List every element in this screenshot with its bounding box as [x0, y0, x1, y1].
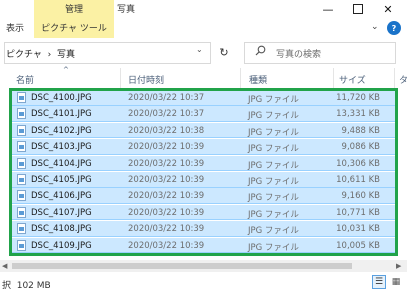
large-icons-view-icon[interactable]: ▦ — [389, 275, 403, 289]
file-size: 10,306 KB — [336, 158, 380, 169]
file-type: JPG ファイル — [248, 242, 299, 253]
file-date: 2020/03/22 10:39 — [128, 224, 205, 235]
file-size: 9,488 KB — [341, 125, 380, 136]
close-button[interactable]: ✕ — [373, 0, 403, 18]
jpg-file-icon — [17, 92, 26, 103]
file-date: 2020/03/22 10:39 — [128, 240, 205, 251]
file-row[interactable]: DSC_4101.JPG 2020/03/22 10:37 JPG ファイル 1… — [10, 106, 398, 123]
file-size: 10,611 KB — [336, 175, 380, 185]
tab-view[interactable]: 表示 — [6, 21, 24, 34]
search-icon — [255, 45, 266, 56]
jpg-file-icon — [17, 190, 26, 202]
file-name: DSC_4104.JPG — [31, 158, 92, 169]
file-type: JPG ファイル — [248, 209, 299, 220]
column-divider[interactable] — [333, 68, 334, 88]
status-text: 択 102 MB — [2, 281, 51, 291]
file-size: 9,086 KB — [341, 142, 380, 153]
file-row[interactable]: DSC_4104.JPG 2020/03/22 10:39 JPG ファイル 1… — [10, 155, 398, 172]
file-size: 10,771 KB — [336, 207, 380, 218]
file-type: JPG ファイル — [248, 160, 299, 171]
file-type: JPG ファイル — [248, 226, 299, 237]
file-name: DSC_4109.JPG — [31, 240, 92, 251]
minimize-button[interactable]: — — [313, 0, 343, 18]
file-type: JPG ファイル — [248, 95, 299, 105]
search-placeholder: 写真の検索 — [276, 50, 322, 60]
file-name: DSC_4100.JPG — [31, 93, 92, 103]
file-row[interactable]: DSC_4109.JPG 2020/03/22 10:39 JPG ファイル 1… — [10, 237, 398, 254]
column-name[interactable]: 名前 — [16, 73, 34, 86]
file-date: 2020/03/22 10:39 — [128, 142, 205, 153]
file-size: 10,031 KB — [336, 224, 380, 235]
column-size[interactable]: サイズ — [339, 73, 366, 86]
file-row[interactable]: DSC_4108.JPG 2020/03/22 10:39 JPG ファイル 1… — [10, 221, 398, 237]
file-list: DSC_4100.JPG 2020/03/22 10:37 JPG ファイル 1… — [10, 90, 398, 258]
file-row[interactable]: DSC_4100.JPG 2020/03/22 10:37 JPG ファイル 1… — [10, 90, 398, 106]
file-type: JPG ファイル — [248, 111, 299, 122]
column-date[interactable]: 日付時刻 — [128, 73, 164, 86]
status-bar — [0, 272, 407, 294]
file-row[interactable]: DSC_4107.JPG 2020/03/22 10:39 JPG ファイル 1… — [10, 204, 398, 221]
column-divider[interactable] — [240, 68, 241, 88]
file-row[interactable]: DSC_4103.JPG 2020/03/22 10:39 JPG ファイル 9… — [10, 139, 398, 155]
file-name: DSC_4106.JPG — [31, 191, 92, 202]
window-title: 写真 — [117, 5, 136, 15]
file-name: DSC_4108.JPG — [31, 224, 92, 235]
file-size: 11,720 KB — [336, 93, 380, 103]
file-name: DSC_4102.JPG — [31, 125, 92, 136]
jpg-file-icon — [17, 141, 26, 153]
file-type: JPG ファイル — [248, 193, 299, 204]
sort-ascending-icon: ^ — [63, 66, 69, 74]
file-type: JPG ファイル — [248, 127, 299, 138]
scroll-right-icon[interactable]: ▶ — [396, 262, 401, 270]
file-date: 2020/03/22 10:37 — [128, 109, 205, 120]
file-type: JPG ファイル — [248, 144, 299, 155]
file-name: DSC_4101.JPG — [31, 109, 92, 120]
column-overflow[interactable]: タ — [399, 73, 407, 86]
address-dropdown-icon[interactable]: ⌄ — [196, 45, 203, 54]
file-size: 13,331 KB — [336, 109, 380, 120]
file-name: DSC_4107.JPG — [31, 207, 92, 218]
file-date: 2020/03/22 10:39 — [128, 158, 205, 169]
file-date: 2020/03/22 10:39 — [128, 191, 205, 202]
tab-picture-tools[interactable]: ピクチャ ツール — [34, 21, 114, 34]
jpg-file-icon — [17, 124, 26, 136]
column-divider[interactable] — [120, 68, 121, 88]
file-type: JPG ファイル — [248, 177, 299, 187]
column-divider[interactable] — [394, 68, 395, 88]
jpg-file-icon — [17, 157, 26, 169]
jpg-file-icon — [17, 206, 26, 218]
file-date: 2020/03/22 10:39 — [128, 207, 205, 218]
column-type[interactable]: 種類 — [249, 73, 267, 86]
jpg-file-icon — [17, 174, 26, 185]
chevron-down-icon[interactable]: ⌄ — [371, 22, 379, 32]
file-size: 9,160 KB — [341, 191, 380, 202]
scrollbar-thumb[interactable] — [12, 263, 352, 269]
context-group-label: 管理 — [64, 5, 83, 15]
jpg-file-icon — [17, 223, 26, 235]
file-row[interactable]: DSC_4106.JPG 2020/03/22 10:39 JPG ファイル 9… — [10, 188, 398, 205]
file-date: 2020/03/22 10:38 — [128, 125, 205, 136]
file-date: 2020/03/22 10:39 — [128, 175, 205, 185]
jpg-file-icon — [17, 239, 26, 251]
scroll-left-icon[interactable]: ◀ — [2, 262, 7, 270]
file-row[interactable]: DSC_4105.JPG 2020/03/22 10:39 JPG ファイル 1… — [10, 172, 398, 188]
details-view-icon[interactable]: ☰ — [372, 275, 386, 289]
file-date: 2020/03/22 10:37 — [128, 93, 205, 103]
file-name: DSC_4105.JPG — [31, 175, 92, 185]
file-row[interactable]: DSC_4102.JPG 2020/03/22 10:38 JPG ファイル 9… — [10, 122, 398, 139]
refresh-button[interactable]: ↻ — [213, 42, 235, 62]
maximize-button[interactable] — [343, 0, 373, 18]
jpg-file-icon — [17, 108, 26, 120]
file-name: DSC_4103.JPG — [31, 142, 92, 153]
file-size: 10,005 KB — [336, 240, 380, 251]
breadcrumb[interactable]: ピクチャ › 写真 — [6, 47, 75, 60]
maximize-icon — [353, 4, 363, 14]
help-button[interactable]: ? — [387, 21, 401, 35]
